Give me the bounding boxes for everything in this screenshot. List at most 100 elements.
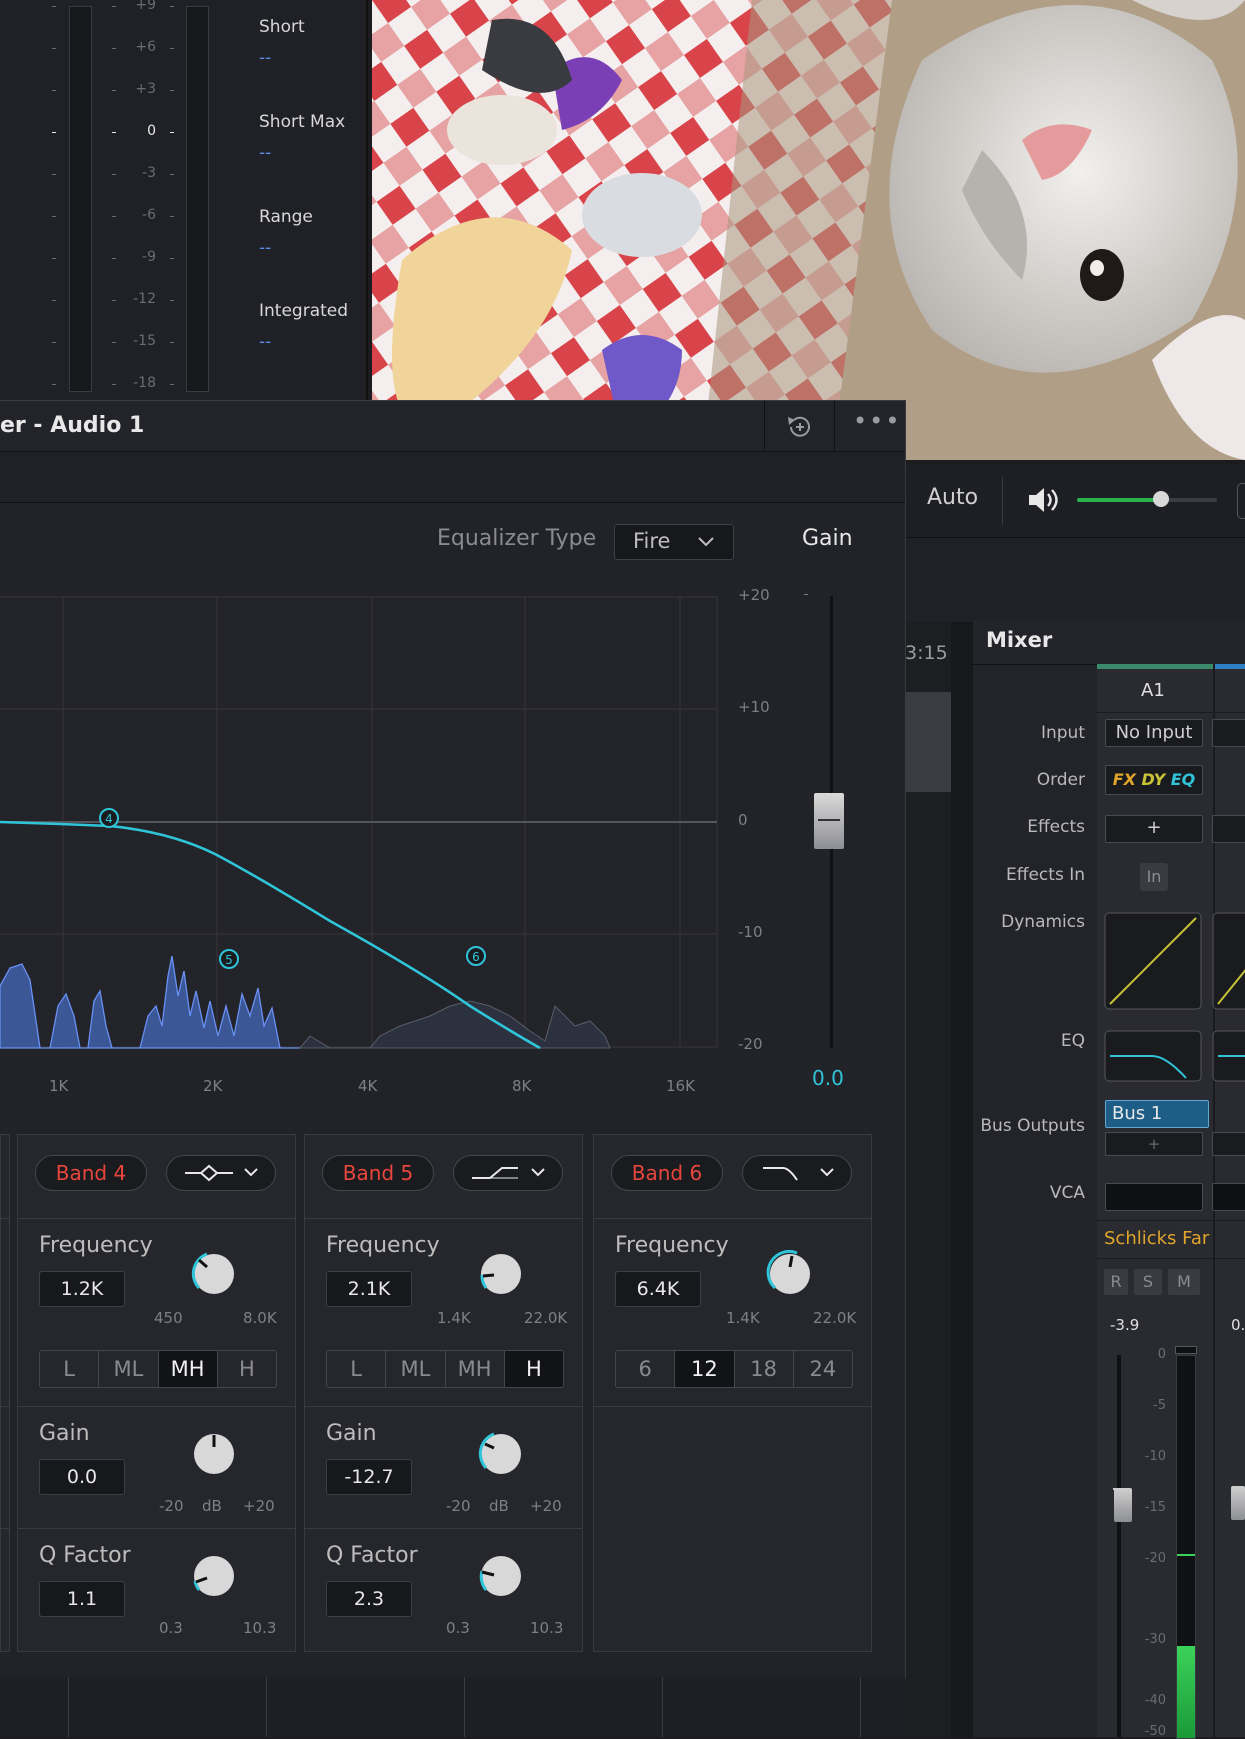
band-6-slope-12[interactable]: 12	[675, 1351, 735, 1387]
band-4-filter-type[interactable]	[166, 1155, 276, 1191]
band-4-q-cell: Q Factor 1.1 0.3 10.3	[17, 1528, 296, 1652]
meter-scale-dash	[170, 90, 174, 91]
video-viewer[interactable]	[372, 0, 1245, 460]
vca-select[interactable]	[1105, 1183, 1203, 1211]
divider	[662, 1677, 663, 1737]
band-4-gain-knob[interactable]	[185, 1425, 243, 1483]
eq-thumbnail[interactable]	[1104, 1030, 1202, 1082]
band-4-frequency-knob[interactable]	[185, 1245, 243, 1303]
eq-node-6[interactable]: 6	[466, 946, 486, 966]
timeline-clip[interactable]	[905, 692, 951, 792]
eq-node-4[interactable]: 4	[99, 808, 119, 828]
integrated-label: Integrated	[259, 301, 349, 321]
band-5-q-value[interactable]: 2.3	[326, 1581, 412, 1617]
band-6-slope-24[interactable]: 24	[794, 1351, 852, 1387]
band-5-gain-value[interactable]: -12.7	[326, 1459, 412, 1495]
band-6-filter-type[interactable]	[742, 1155, 852, 1191]
band-5-q-max: 10.3	[530, 1619, 564, 1637]
more-options-icon[interactable]: •••	[853, 407, 901, 435]
band-5-shape-h[interactable]: H	[504, 1351, 563, 1387]
short-max-value: --	[259, 143, 272, 163]
automation-mode[interactable]: Auto	[927, 485, 978, 510]
band-4-q-value[interactable]: 1.1	[39, 1581, 125, 1617]
add-effect-button[interactable]: +	[1105, 815, 1203, 843]
band-6-slope-6[interactable]: 6	[616, 1351, 676, 1387]
dynamics-graph-2[interactable]	[1212, 912, 1245, 1010]
mute-button[interactable]: M	[1168, 1269, 1200, 1295]
meter-scale-dash	[170, 258, 174, 259]
band-6-slope-selector[interactable]: 6 12 18 24	[615, 1350, 853, 1388]
band-6-toggle[interactable]: Band 6	[611, 1155, 723, 1191]
freq-tick-8k: 8K	[512, 1077, 532, 1095]
toolbar-area	[905, 537, 1245, 622]
solo-button[interactable]: S	[1134, 1269, 1162, 1295]
band-6-slope-18[interactable]: 18	[735, 1351, 794, 1387]
track-name[interactable]: Schlicks Far	[1104, 1228, 1209, 1249]
band-6-frequency-min: 1.4K	[726, 1309, 760, 1327]
vca-select-2[interactable]	[1212, 1183, 1245, 1211]
band-5-shape-ml[interactable]: ML	[386, 1351, 446, 1387]
band-6-frequency-value[interactable]: 6.4K	[615, 1271, 701, 1307]
band-6-frequency-knob[interactable]	[761, 1245, 819, 1303]
fader-track	[1117, 1355, 1121, 1737]
band-5-shape-l[interactable]: L	[327, 1351, 387, 1387]
eq-thumbnail-2[interactable]	[1212, 1030, 1245, 1082]
volume-slider-handle[interactable]	[1153, 491, 1169, 507]
band-4-frequency-label: Frequency	[39, 1233, 153, 1258]
channel-name: A1	[1141, 680, 1165, 701]
second-strip-meter	[1231, 1346, 1245, 1726]
gain-value[interactable]: 0.0	[812, 1066, 844, 1090]
band-5-filter-type[interactable]	[453, 1155, 563, 1191]
bus-output-select[interactable]: Bus 1	[1105, 1100, 1209, 1128]
band-5-gain-knob[interactable]	[472, 1425, 530, 1483]
band-5-shape-selector[interactable]: L ML MH H	[326, 1350, 564, 1388]
band-6-frequency-label: Frequency	[615, 1233, 729, 1258]
edge-button[interactable]	[1237, 483, 1245, 519]
dynamics-graph[interactable]	[1104, 912, 1202, 1010]
band-5-frequency-value[interactable]: 2.1K	[326, 1271, 412, 1307]
band-4-shape-h[interactable]: H	[218, 1351, 276, 1387]
band-5-toggle[interactable]: Band 5	[322, 1155, 434, 1191]
preset-bar	[0, 452, 905, 503]
channel-fader[interactable]	[1114, 1488, 1132, 1522]
order-button[interactable]: FX DY EQ	[1105, 765, 1203, 795]
band-5-q-knob[interactable]	[472, 1547, 530, 1605]
band-4-shape-mh[interactable]: MH	[158, 1351, 218, 1387]
divider	[68, 1677, 69, 1737]
band-4-gain-value[interactable]: 0.0	[39, 1459, 125, 1495]
db-tick-0: 0	[738, 811, 748, 829]
input-select[interactable]: No Input	[1105, 719, 1203, 747]
window-titlebar[interactable]: er - Audio 1 •••	[0, 401, 905, 452]
band-4-toggle[interactable]: Band 4	[35, 1155, 147, 1191]
reset-icon[interactable]	[784, 414, 814, 440]
band-4-shape-l[interactable]: L	[40, 1351, 100, 1387]
band-4-gain-cell: Gain 0.0 -20 dB +20	[17, 1406, 296, 1530]
bell-filter-icon	[185, 1164, 258, 1182]
meter-scale-tick: 0	[147, 123, 156, 139]
add-effect-button-2[interactable]	[1212, 815, 1245, 843]
band-5-frequency-knob[interactable]	[472, 1245, 530, 1303]
band-4-frequency-value[interactable]: 1.2K	[39, 1271, 125, 1307]
record-button[interactable]: R	[1104, 1269, 1128, 1295]
volume-slider[interactable]	[1077, 491, 1217, 507]
band-4-shape-selector[interactable]: L ML MH H	[39, 1350, 277, 1388]
gain-fader[interactable]	[814, 793, 844, 849]
speaker-icon[interactable]	[1027, 485, 1061, 515]
band-5-shape-mh[interactable]: MH	[446, 1351, 505, 1387]
channel-fader-2[interactable]	[1231, 1486, 1245, 1520]
band-4-shape-ml[interactable]: ML	[99, 1351, 159, 1387]
panel-gutter	[951, 622, 973, 1737]
add-bus-button-2[interactable]	[1212, 1132, 1245, 1156]
effects-in-toggle[interactable]: In	[1140, 863, 1168, 891]
low-pass-filter-icon	[763, 1167, 834, 1181]
meter-scale-dash	[52, 258, 56, 259]
eq-response-graph[interactable]: 4 5 6	[0, 596, 720, 1056]
equalizer-type-dropdown[interactable]: Fire	[614, 524, 734, 560]
channel-color-bar-2	[1215, 664, 1245, 669]
input-select-2[interactable]	[1212, 719, 1245, 747]
eq-node-5[interactable]: 5	[219, 949, 239, 969]
band-5-gain-max: +20	[530, 1497, 562, 1515]
band-4-q-knob[interactable]	[185, 1547, 243, 1605]
add-bus-button[interactable]: +	[1105, 1132, 1203, 1156]
meter-scale-dash	[170, 342, 174, 343]
